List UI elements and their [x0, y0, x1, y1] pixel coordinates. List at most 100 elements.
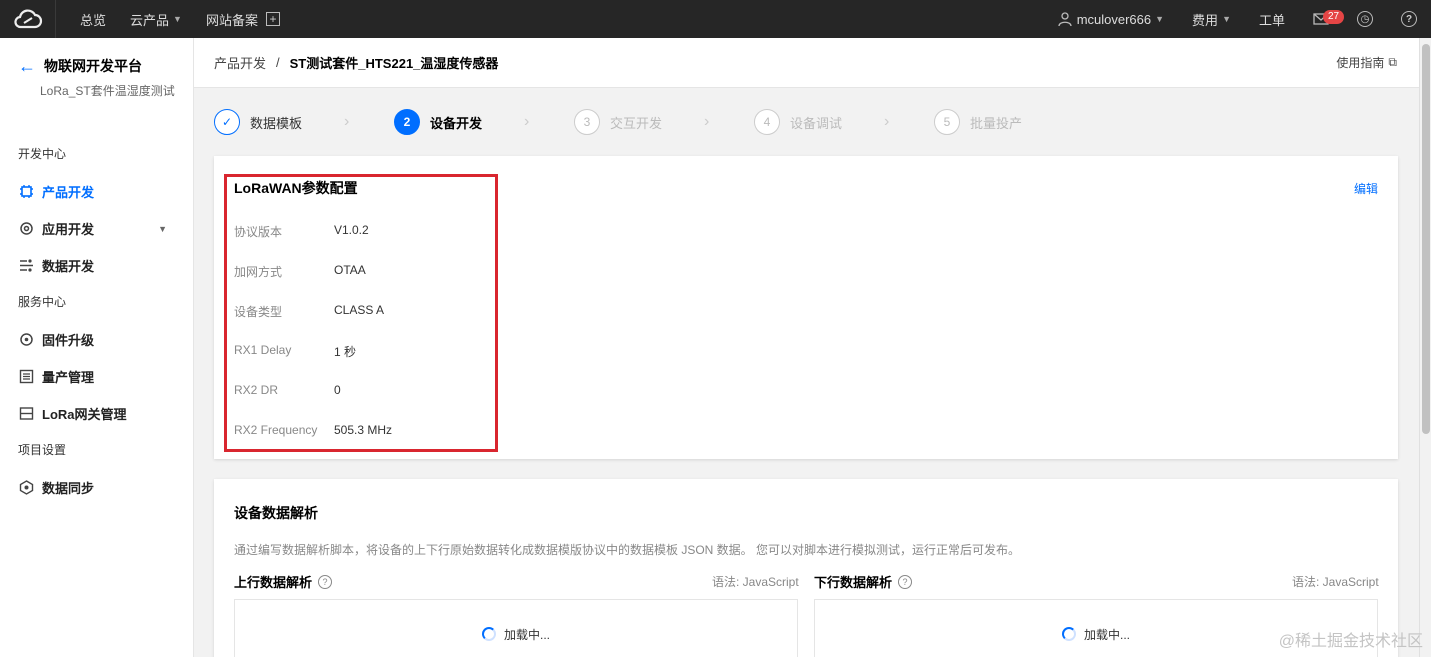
username: mculover666 [1076, 11, 1152, 27]
back-arrow-icon[interactable]: ← [18, 57, 36, 75]
help-icon: ? [1401, 11, 1417, 27]
top-bar: 总览 云产品 ▼ 网站备案 + mculover666 ▼ 费用 ▼ 工单 27 ◷ ? [0, 0, 1431, 38]
field-label: RX2 Frequency [234, 423, 318, 437]
chevron-right-icon: › [884, 113, 890, 130]
uplink-syntax: 语法: JavaScript [712, 575, 799, 589]
downlink-title-label: 下行数据解析 [814, 575, 893, 590]
page-scrollbar[interactable] [1419, 38, 1431, 657]
gateway-icon [18, 406, 34, 422]
upgrade-icon [18, 332, 34, 348]
nav-cloud-products[interactable]: 云产品 ▼ [118, 10, 194, 29]
uplink-editor[interactable]: 加载中... [234, 599, 798, 657]
external-link-icon: ⧉ [1388, 55, 1397, 69]
uplink-title-label: 上行数据解析 [234, 575, 313, 590]
help-icon[interactable]: ? [318, 574, 333, 589]
chevron-down-icon: ▼ [1222, 14, 1231, 24]
nav-overview[interactable]: 总览 [56, 10, 118, 29]
step-progress: ✓ 数据模板 › 2 设备开发 › 3 交互开发 › 4 设备调试 › 5 批量… [194, 88, 1419, 156]
check-icon: ✓ [214, 109, 240, 135]
help-icon[interactable]: ? [898, 574, 913, 589]
cloud-logo-icon[interactable] [0, 0, 56, 38]
data-flow-icon [18, 258, 34, 274]
guide-link[interactable]: 使用指南 ⧉ [1336, 54, 1397, 71]
scrollbar-thumb[interactable] [1422, 44, 1430, 434]
sidebar-item-label: 量产管理 [42, 370, 95, 385]
step-label: 数据模板 [250, 115, 303, 131]
field-join-mode: 加网方式 OTAA [234, 263, 366, 280]
breadcrumb-separator: / [276, 55, 280, 70]
chevron-down-icon: ▼ [1155, 14, 1165, 24]
billing-label: 费用 [1192, 12, 1219, 28]
guide-label: 使用指南 [1336, 56, 1385, 70]
step-label: 交互开发 [610, 115, 663, 131]
loading-spinner-icon [481, 627, 496, 641]
step-mass-production[interactable]: 5 批量投产 [934, 109, 1114, 135]
sidebar-item-mass-prod[interactable]: 量产管理 [0, 358, 193, 395]
uplink-title: 上行数据解析? [234, 572, 333, 591]
breadcrumb: 产品开发 / ST测试套件_HTS221_温湿度传感器 使用指南 ⧉ [194, 38, 1419, 88]
watermark: @稀土掘金技术社区 [1278, 633, 1423, 650]
chevron-down-icon: ▼ [158, 223, 167, 234]
group-project-settings: 项目设置 [18, 443, 67, 457]
data-parse-card: 设备数据解析 通过编写数据解析脚本，将设备的上下行原始数据转化成数据模版协议中的… [214, 479, 1398, 657]
sidebar-item-label: 固件升级 [42, 333, 95, 348]
field-value: OTAA [334, 263, 366, 277]
edit-button[interactable]: 编辑 [1354, 180, 1378, 197]
sidebar-item-app-dev[interactable]: 应用开发 ▼ [0, 210, 193, 247]
step-label: 设备调试 [790, 115, 843, 131]
sidebar: ← 物联网开发平台 LoRa_ST套件温湿度测试 开发中心 产品开发 应用开发 ▼… [0, 38, 194, 657]
step-label: 批量投产 [970, 115, 1023, 131]
nav-icp[interactable]: 网站备案 + [194, 10, 292, 29]
sidebar-item-lora-gateway[interactable]: LoRa网关管理 [0, 395, 193, 432]
nav-overview-label: 总览 [80, 12, 107, 28]
list-icon [18, 369, 34, 385]
top-nav: 总览 云产品 ▼ 网站备案 + [56, 0, 292, 38]
downlink-syntax: 语法: JavaScript [1292, 575, 1379, 589]
loading-text: 加载中... [503, 627, 550, 642]
plus-icon[interactable]: + [265, 12, 280, 26]
sidebar-item-label: LoRa网关管理 [42, 407, 127, 422]
breadcrumb-parent[interactable]: 产品开发 [214, 53, 266, 72]
step-number: 5 [934, 109, 960, 135]
field-value: 1 秒 [334, 345, 357, 359]
nav-cloud-products-label: 云产品 [130, 12, 170, 28]
field-label: 协议版本 [234, 225, 283, 239]
field-value: CLASS A [334, 303, 385, 317]
step-number: 2 [394, 109, 420, 135]
mail-button[interactable]: 27 [1299, 10, 1345, 26]
sidebar-item-label: 产品开发 [42, 185, 95, 200]
billing-menu[interactable]: 费用 ▼ [1178, 10, 1245, 29]
ticket-label: 工单 [1258, 12, 1285, 28]
ticket-link[interactable]: 工单 [1245, 10, 1299, 29]
sidebar-item-product-dev[interactable]: 产品开发 [0, 173, 193, 210]
step-device-debug[interactable]: 4 设备调试 › [754, 109, 934, 135]
sidebar-title: 物联网开发平台 [44, 58, 142, 74]
step-label: 设备开发 [430, 115, 483, 131]
field-device-class: 设备类型 CLASS A [234, 303, 384, 320]
nav-icp-label: 网站备案 [205, 12, 258, 28]
page-title: ST测试套件_HTS221_温湿度传感器 [289, 56, 499, 71]
history-button[interactable]: ◷ [1343, 11, 1387, 27]
mail-count-badge: 27 [1323, 10, 1345, 24]
loading-text: 加载中... [1083, 627, 1130, 642]
step-interaction-dev[interactable]: 3 交互开发 › [574, 109, 754, 135]
step-device-dev[interactable]: 2 设备开发 › [394, 109, 574, 135]
sidebar-item-data-dev[interactable]: 数据开发 [0, 247, 193, 284]
step-data-template[interactable]: ✓ 数据模板 › [214, 109, 394, 135]
field-rx1-delay: RX1 Delay 1 秒 [234, 343, 356, 360]
sidebar-item-data-sync[interactable]: 数据同步 [0, 469, 193, 506]
sidebar-item-firmware[interactable]: 固件升级 [0, 321, 193, 358]
lorawan-title: LoRaWAN参数配置 [234, 180, 358, 196]
field-label: RX1 Delay [234, 343, 292, 357]
user-menu[interactable]: mculover666 ▼ [1043, 11, 1178, 27]
downlink-title: 下行数据解析? [814, 572, 913, 591]
group-dev-center: 开发中心 [18, 147, 67, 161]
chip-icon [18, 184, 34, 200]
field-label: 加网方式 [234, 265, 283, 279]
chevron-right-icon: › [704, 113, 710, 130]
sync-icon [18, 480, 34, 496]
chevron-right-icon: › [344, 113, 350, 130]
help-button[interactable]: ? [1387, 11, 1431, 27]
user-icon [1058, 12, 1072, 27]
field-value: 0 [334, 383, 341, 397]
